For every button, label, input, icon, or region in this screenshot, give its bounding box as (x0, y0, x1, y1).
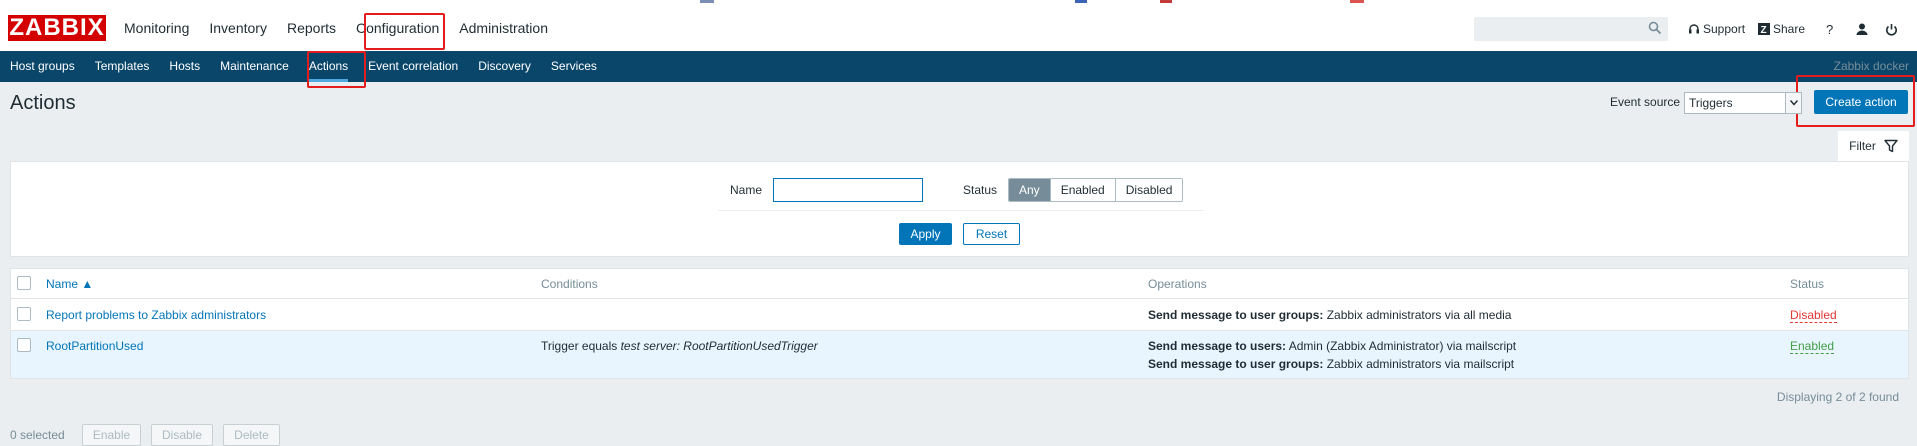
server-name: Zabbix docker (1833, 59, 1909, 73)
create-action-button[interactable]: Create action (1814, 90, 1908, 114)
submenu-event-correlation[interactable]: Event correlation (358, 51, 468, 82)
user-profile-button[interactable] (1855, 18, 1872, 40)
share-icon: Z (1758, 23, 1770, 35)
condition-trigger: test server: RootPartitionUsedTrigger (620, 339, 818, 353)
menu-inventory[interactable]: Inventory (199, 6, 277, 51)
operation-line: Send message to users: Admin (Zabbix Adm… (1148, 339, 1516, 353)
zabbix-logo[interactable]: ZABBIX (8, 15, 106, 41)
table-row: Report problems to Zabbix administrators… (11, 299, 1908, 330)
action-name-link[interactable]: RootPartitionUsed (46, 339, 143, 353)
global-search-input[interactable] (1474, 17, 1668, 41)
share-label: Share (1773, 22, 1806, 36)
filter-status-toggle: Any Enabled Disabled (1008, 178, 1184, 202)
action-name-link[interactable]: Report problems to Zabbix administrators (46, 308, 266, 322)
share-link[interactable]: Z Share (1758, 18, 1805, 40)
operation-type: Send message to users: (1148, 339, 1287, 353)
name-column-header[interactable]: Name ▲ (46, 277, 93, 291)
enable-button[interactable]: Enable (82, 424, 141, 446)
search-icon[interactable] (1648, 21, 1662, 38)
delete-button[interactable]: Delete (223, 424, 280, 446)
filter-panel (10, 161, 1909, 257)
status-cell: Disabled (1790, 308, 1837, 323)
support-label: Support (1703, 22, 1746, 36)
status-any-option[interactable]: Any (1009, 179, 1051, 201)
row-divider (11, 378, 1908, 379)
condition-text: Trigger equals test server: RootPartitio… (541, 339, 818, 353)
event-source-value: Triggers (1689, 96, 1733, 110)
submenu-actions[interactable]: Actions (299, 51, 358, 82)
selected-count: 0 selected (10, 428, 65, 442)
submenu-maintenance[interactable]: Maintenance (210, 51, 299, 82)
submenu-discovery[interactable]: Discovery (468, 51, 541, 82)
conditions-column-header: Conditions (541, 277, 598, 291)
status-enabled-option[interactable]: Enabled (1050, 179, 1116, 201)
table-row: RootPartitionUsed Trigger equals test se… (11, 331, 1908, 378)
status-column-header: Status (1790, 277, 1825, 291)
menu-monitoring[interactable]: Monitoring (114, 6, 199, 51)
status-toggle-link[interactable]: Disabled (1790, 308, 1837, 323)
filter-divider (718, 210, 1204, 211)
select-all-checkbox[interactable] (17, 276, 31, 290)
filter-name-input[interactable] (773, 178, 923, 202)
table-footer-count: Displaying 2 of 2 found (1776, 390, 1899, 404)
filter-name-label: Name (730, 183, 763, 197)
disable-button[interactable]: Disable (151, 424, 213, 446)
operation-line: Send message to user groups: Zabbix admi… (1148, 357, 1514, 371)
sign-out-button[interactable] (1885, 18, 1901, 40)
filter-status-label: Status (963, 183, 998, 197)
event-source-label: Event source (1610, 95, 1681, 109)
help-button[interactable]: ? (1826, 18, 1833, 40)
svg-text:Z: Z (1761, 25, 1767, 35)
operation-type: Send message to user groups: (1148, 357, 1324, 371)
chevron-down-icon[interactable] (1785, 93, 1801, 113)
submenu-hosts[interactable]: Hosts (159, 51, 210, 82)
row-checkbox[interactable] (17, 338, 31, 352)
operation-line: Send message to user groups: Zabbix admi… (1148, 308, 1511, 322)
user-icon (1856, 23, 1868, 35)
status-disabled-option[interactable]: Disabled (1115, 179, 1183, 201)
actions-table: Name ▲ Conditions Operations Status Repo… (10, 268, 1909, 379)
submenu-templates[interactable]: Templates (85, 51, 160, 82)
operations-column-header: Operations (1148, 277, 1207, 291)
submenu-services[interactable]: Services (541, 51, 607, 82)
reset-button[interactable]: Reset (963, 223, 1020, 245)
menu-administration[interactable]: Administration (449, 6, 558, 51)
headset-icon (1689, 24, 1699, 34)
condition-prefix: Trigger equals (541, 339, 621, 353)
filter-tab[interactable]: Filter (1838, 131, 1909, 161)
status-toggle-link[interactable]: Enabled (1790, 339, 1835, 354)
status-cell: Enabled (1790, 339, 1835, 354)
menu-reports[interactable]: Reports (277, 6, 346, 51)
operation-type: Send message to user groups: (1148, 308, 1324, 322)
operation-detail: Admin (Zabbix Administrator) via mailscr… (1286, 339, 1517, 353)
power-icon (1886, 23, 1897, 36)
funnel-icon (1884, 139, 1898, 153)
submenu-host-groups[interactable]: Host groups (0, 51, 85, 82)
menu-configuration[interactable]: Configuration (346, 6, 449, 51)
top-header: ZABBIX Monitoring Inventory Reports Conf… (0, 6, 1917, 51)
page-title: Actions (10, 92, 76, 114)
apply-button[interactable]: Apply (899, 223, 952, 245)
row-checkbox[interactable] (17, 307, 31, 321)
event-source-select[interactable]: Triggers (1684, 92, 1802, 114)
operation-detail: Zabbix administrators via all media (1323, 308, 1512, 322)
sub-menu: Host groups Templates Hosts Maintenance … (0, 51, 1917, 82)
filter-tab-label: Filter (1849, 139, 1876, 153)
main-menu: Monitoring Inventory Reports Configurati… (114, 6, 558, 51)
operation-detail: Zabbix administrators via mailscript (1323, 357, 1515, 371)
support-link[interactable]: Support (1688, 18, 1745, 40)
